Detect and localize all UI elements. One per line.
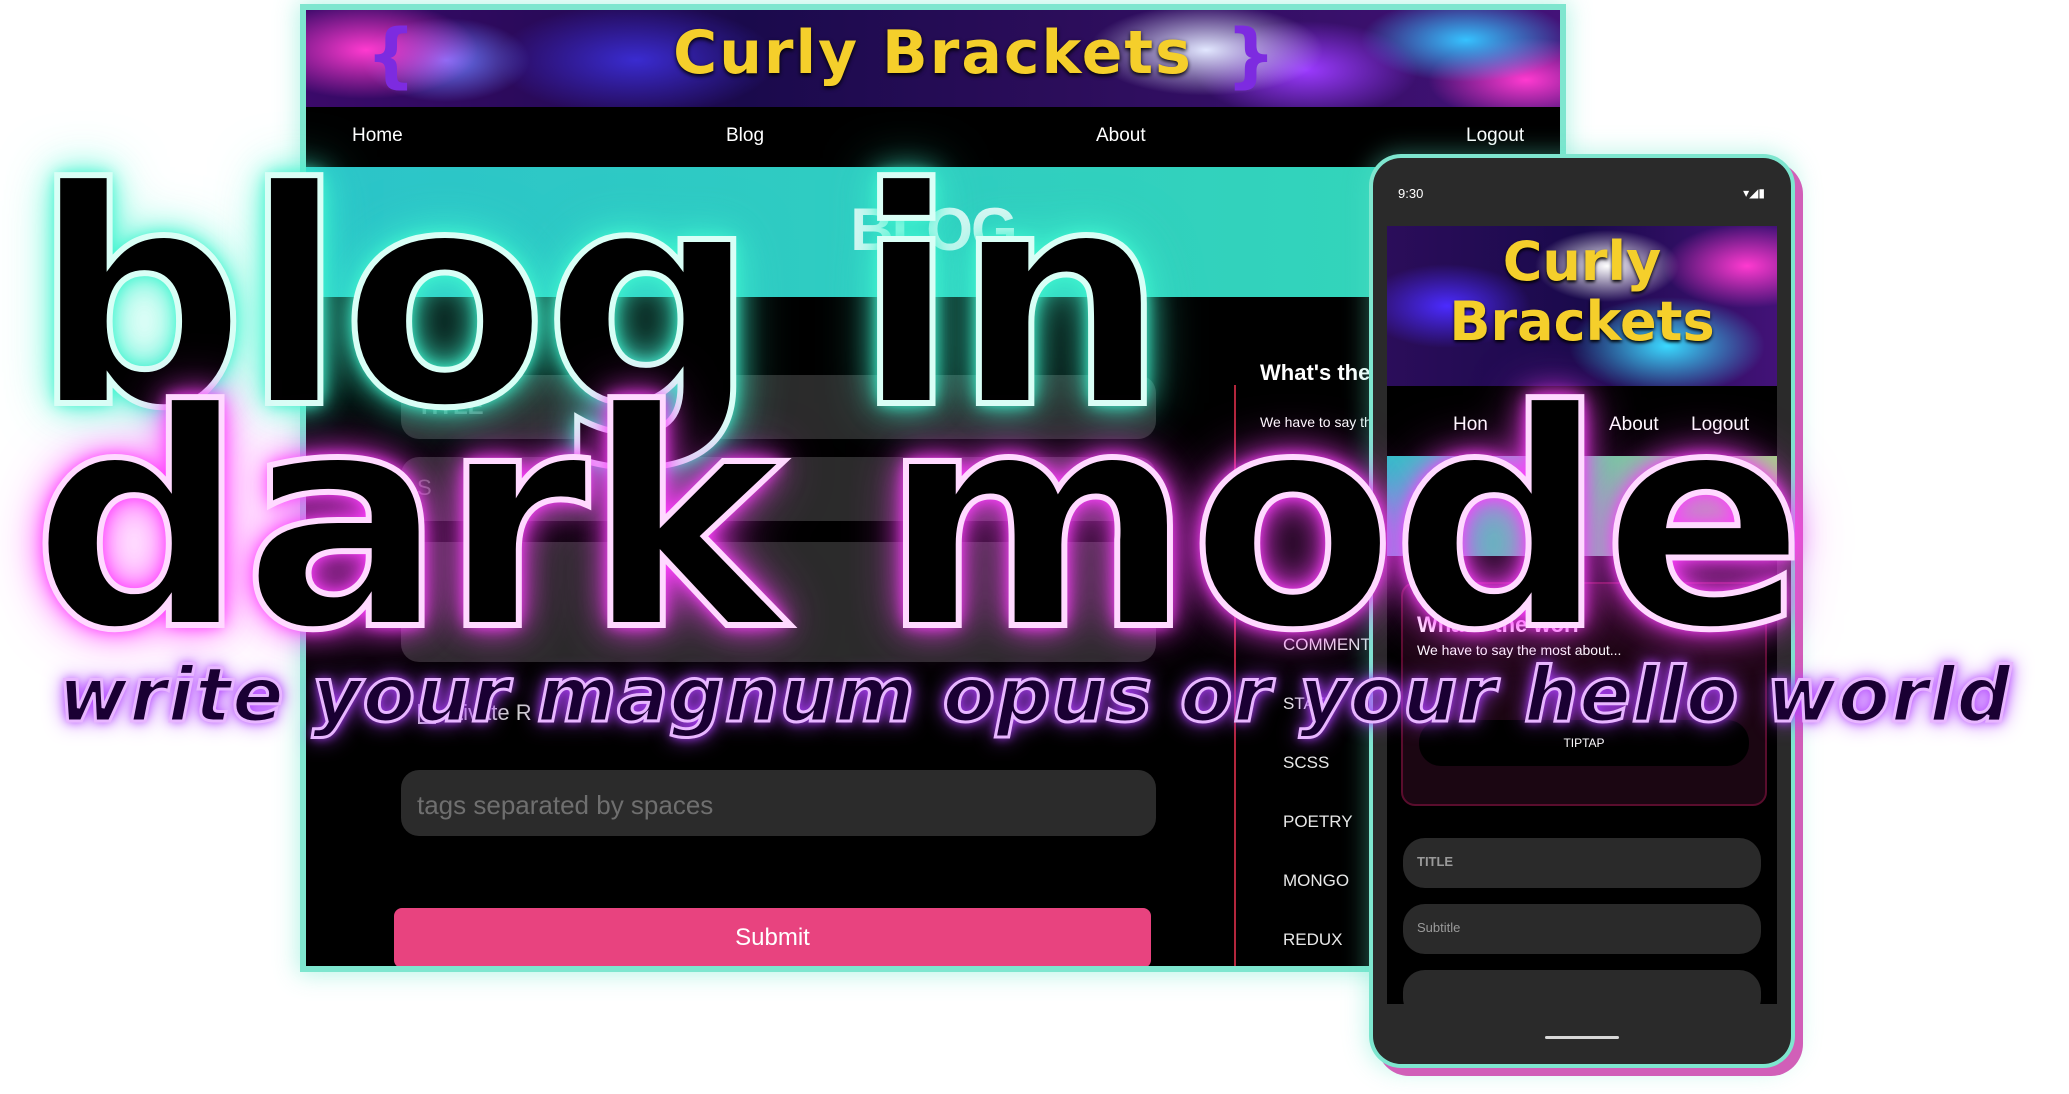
submit-button[interactable]: Submit	[394, 908, 1151, 966]
sidebar-tag-redux[interactable]: REDUX	[1283, 930, 1343, 950]
sidebar-tag-mongo[interactable]: MONGO	[1283, 871, 1349, 891]
phone-title-line2: Brackets	[1449, 290, 1715, 353]
tags-placeholder: tags separated by spaces	[417, 790, 714, 820]
signal-battery-icon: ▾◢▮	[1743, 186, 1765, 200]
tags-input[interactable]: tags separated by spaces	[401, 770, 1156, 836]
phone-title-line1: Curly	[1502, 230, 1662, 293]
phone-title-placeholder: TITLE	[1417, 854, 1454, 869]
nav-logout[interactable]: Logout	[1466, 125, 1524, 147]
phone-body-editor[interactable]	[1403, 970, 1761, 1004]
status-time: 9:30	[1398, 186, 1424, 201]
headline-line2: dark mode	[29, 347, 1809, 696]
site-title: Curly Brackets	[673, 18, 1193, 88]
phone-subtitle-placeholder: Subtitle	[1417, 920, 1461, 935]
site-banner: { } Curly Brackets	[306, 10, 1560, 107]
sidebar-tag-poetry[interactable]: POETRY	[1283, 812, 1353, 832]
phone-site-title: Curly Brackets	[1387, 232, 1777, 352]
phone-title-input[interactable]: TITLE	[1403, 838, 1761, 888]
phone-subtitle-input[interactable]: Subtitle	[1403, 904, 1761, 954]
tagline: write your magnum opus or your hello wor…	[57, 649, 2013, 741]
home-indicator[interactable]	[1545, 1036, 1619, 1039]
sidebar-tag-scss[interactable]: SCSS	[1283, 753, 1329, 773]
